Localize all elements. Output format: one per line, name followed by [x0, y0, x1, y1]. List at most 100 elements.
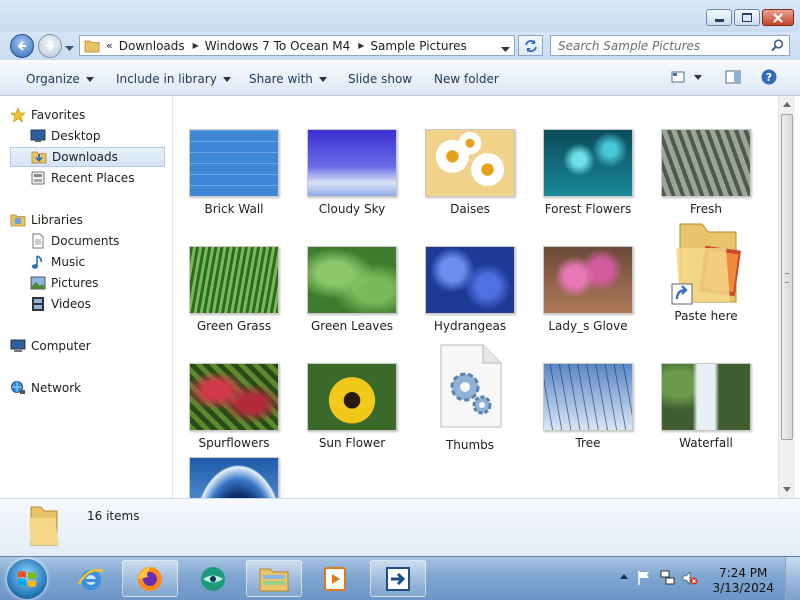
- include-in-library-menu[interactable]: Include in library: [116, 72, 231, 86]
- file-item[interactable]: Brick Wall: [179, 129, 289, 216]
- volume-muted-icon[interactable]: [682, 570, 698, 589]
- thumbnail-tree: [543, 363, 633, 431]
- film-strip-icon: [30, 296, 46, 312]
- maximize-icon: [742, 13, 752, 22]
- file-item[interactable]: Tree: [533, 363, 643, 450]
- title-bar[interactable]: [0, 0, 800, 32]
- minimize-button[interactable]: [706, 9, 732, 26]
- scroll-up-icon[interactable]: [783, 102, 791, 107]
- action-center-flag-icon[interactable]: [637, 570, 651, 589]
- file-item[interactable]: Hydrangeas: [415, 246, 525, 333]
- explorer-window: « Downloads ▶ Windows 7 To Ocean M4 ▶ Sa…: [0, 0, 800, 556]
- windows-logo-icon: [18, 571, 36, 587]
- file-item[interactable]: Green Leaves: [297, 246, 407, 333]
- file-item[interactable]: [179, 457, 289, 498]
- details-folder-icon: [27, 504, 61, 551]
- breadcrumb-sample-pictures[interactable]: Sample Pictures: [370, 39, 466, 53]
- taskbar-media-player[interactable]: [307, 560, 363, 597]
- network-status-icon[interactable]: [660, 570, 676, 589]
- preview-pane-button[interactable]: [725, 70, 741, 87]
- nav-pictures[interactable]: Pictures: [30, 273, 165, 293]
- breadcrumb-separator-icon[interactable]: ▶: [193, 41, 199, 50]
- nav-videos[interactable]: Videos: [30, 294, 165, 314]
- file-label: Spurflowers: [198, 436, 270, 450]
- nav-favorites[interactable]: Favorites: [10, 105, 165, 125]
- maximize-button[interactable]: [734, 9, 760, 26]
- file-item[interactable]: Waterfall: [651, 363, 761, 450]
- vertical-scrollbar[interactable]: [778, 96, 795, 498]
- view-menu-button[interactable]: [694, 75, 702, 80]
- show-hidden-icons-icon[interactable]: [620, 574, 628, 579]
- nav-recent-places-label: Recent Places: [51, 171, 135, 185]
- nav-recent-places[interactable]: Recent Places: [30, 168, 165, 188]
- start-button[interactable]: [7, 559, 47, 599]
- address-bar[interactable]: « Downloads ▶ Windows 7 To Ocean M4 ▶ Sa…: [79, 35, 515, 56]
- nav-downloads[interactable]: Downloads: [10, 147, 165, 167]
- nav-desktop[interactable]: Desktop: [30, 126, 165, 146]
- nav-documents[interactable]: Documents: [30, 231, 165, 251]
- preview-pane-icon: [725, 70, 741, 84]
- taskbar-internet-explorer[interactable]: [63, 560, 119, 597]
- change-view-button[interactable]: [671, 70, 685, 87]
- file-label: Lady_s Glove: [548, 319, 628, 333]
- taskbar-app-globe[interactable]: [185, 560, 241, 597]
- back-button[interactable]: [10, 34, 34, 58]
- help-button[interactable]: ?: [761, 69, 777, 88]
- documents-icon: [30, 233, 46, 249]
- nav-network-label: Network: [31, 381, 82, 395]
- scroll-thumb[interactable]: [781, 114, 793, 440]
- file-label: Sun Flower: [318, 436, 386, 450]
- close-button[interactable]: [762, 9, 794, 26]
- scroll-down-icon[interactable]: [783, 487, 791, 492]
- breadcrumb-overflow-icon[interactable]: «: [106, 39, 113, 52]
- caret-down-icon: [694, 75, 702, 80]
- breadcrumb-windows7[interactable]: Windows 7 To Ocean M4: [205, 39, 350, 53]
- nav-videos-label: Videos: [51, 297, 91, 311]
- organize-menu[interactable]: Organize: [26, 72, 94, 86]
- file-view[interactable]: Brick Wall Cloudy Sky Daises Forest Flow…: [173, 96, 778, 498]
- share-with-menu[interactable]: Share with: [249, 72, 327, 86]
- nav-computer[interactable]: Computer: [10, 336, 165, 356]
- breadcrumb-separator-icon[interactable]: ▶: [358, 41, 364, 50]
- address-dropdown-icon[interactable]: [501, 42, 510, 56]
- slide-show-button[interactable]: Slide show: [348, 72, 412, 86]
- nav-network[interactable]: Network: [10, 378, 165, 398]
- file-item[interactable]: Forest Flowers: [533, 129, 643, 216]
- explorer-folder-icon: [259, 568, 289, 591]
- forward-button[interactable]: [38, 34, 62, 58]
- search-input[interactable]: [556, 36, 770, 56]
- file-item[interactable]: Cloudy Sky: [297, 129, 407, 216]
- show-desktop-button[interactable]: [785, 557, 800, 600]
- search-box[interactable]: [550, 35, 790, 56]
- thumbnail-waterfall: [661, 363, 751, 431]
- folder-shortcut-item[interactable]: Paste here: [651, 218, 761, 323]
- file-label: Hydrangeas: [433, 319, 507, 333]
- thumbnail-ladys-glove: [543, 246, 633, 314]
- file-item[interactable]: Spurflowers: [179, 363, 289, 450]
- details-pane: 16 items: [0, 498, 800, 556]
- taskbar-app-arrow[interactable]: [370, 560, 426, 597]
- folder-icon: [84, 40, 100, 52]
- file-item[interactable]: Daises: [415, 129, 525, 216]
- file-item[interactable]: Fresh: [651, 129, 761, 216]
- thumbnail-hydrangeas: [425, 246, 515, 314]
- taskbar-firefox[interactable]: [122, 560, 178, 597]
- media-player-icon: [324, 566, 346, 591]
- caret-down-icon: [318, 77, 327, 82]
- recent-pages-button[interactable]: [65, 41, 74, 55]
- file-item[interactable]: Green Grass: [179, 246, 289, 333]
- refresh-button[interactable]: [518, 35, 543, 56]
- taskbar-windows-explorer[interactable]: [246, 560, 302, 597]
- nav-music[interactable]: Music: [30, 252, 165, 272]
- file-item[interactable]: Lady_s Glove: [533, 246, 643, 333]
- breadcrumb-downloads[interactable]: Downloads: [119, 39, 185, 53]
- svg-text:?: ?: [766, 71, 772, 84]
- nav-libraries[interactable]: Libraries: [10, 210, 165, 230]
- arrow-right-icon: [46, 41, 55, 51]
- file-item[interactable]: Thumbs: [415, 343, 525, 452]
- clock[interactable]: 7:24 PM 3/13/2024: [712, 566, 774, 596]
- thumbnail-wave: [189, 457, 279, 498]
- new-folder-button[interactable]: New folder: [434, 72, 499, 86]
- search-icon[interactable]: [771, 39, 784, 55]
- file-item[interactable]: Sun Flower: [297, 363, 407, 450]
